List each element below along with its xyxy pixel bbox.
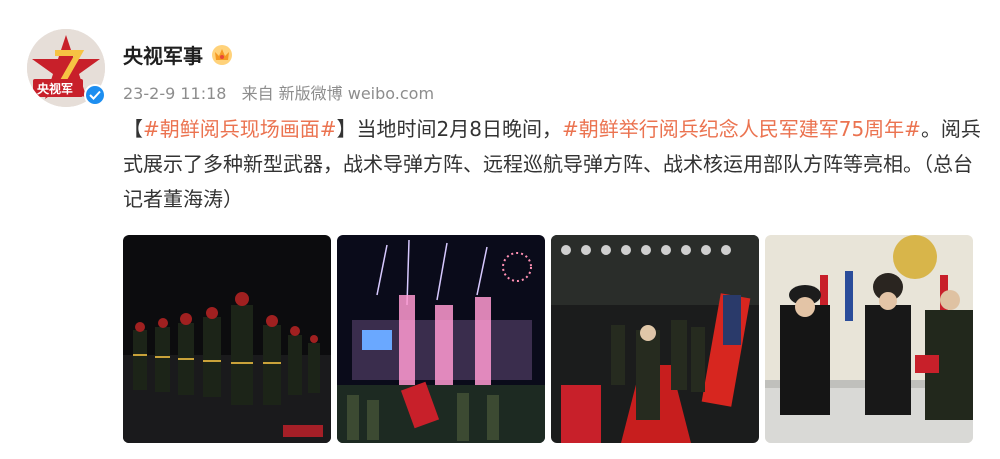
close-bracket: 】 (336, 117, 357, 141)
post-content: 【#朝鲜阅兵现场画面#】当地时间2月8日晚间，#朝鲜举行阅兵纪念人民军建军75周… (123, 112, 983, 217)
post-time[interactable]: 23-2-9 11:18 (123, 84, 226, 103)
photo-grid (123, 235, 973, 443)
post-text-1: 当地时间2月8日晚间， (356, 117, 562, 141)
crown-icon (212, 44, 232, 65)
leaders-balcony-photo[interactable] (765, 235, 973, 443)
avatar-text: 央视军 (37, 81, 73, 96)
account-name[interactable]: 央视军事 (123, 40, 203, 69)
hashtag-link-2[interactable]: #朝鲜举行阅兵纪念人民军建军75周年# (562, 117, 921, 141)
flag-guard-walk-photo[interactable] (551, 235, 759, 443)
fireworks-square-photo[interactable] (337, 235, 545, 443)
open-bracket: 【 (123, 117, 143, 141)
post-source: 来自 新版微博 weibo.com (241, 84, 435, 103)
hashtag-link-1[interactable]: #朝鲜阅兵现场画面# (143, 117, 337, 141)
verified-badge-icon (84, 84, 106, 106)
soldiers-marching-photo[interactable] (123, 235, 331, 443)
